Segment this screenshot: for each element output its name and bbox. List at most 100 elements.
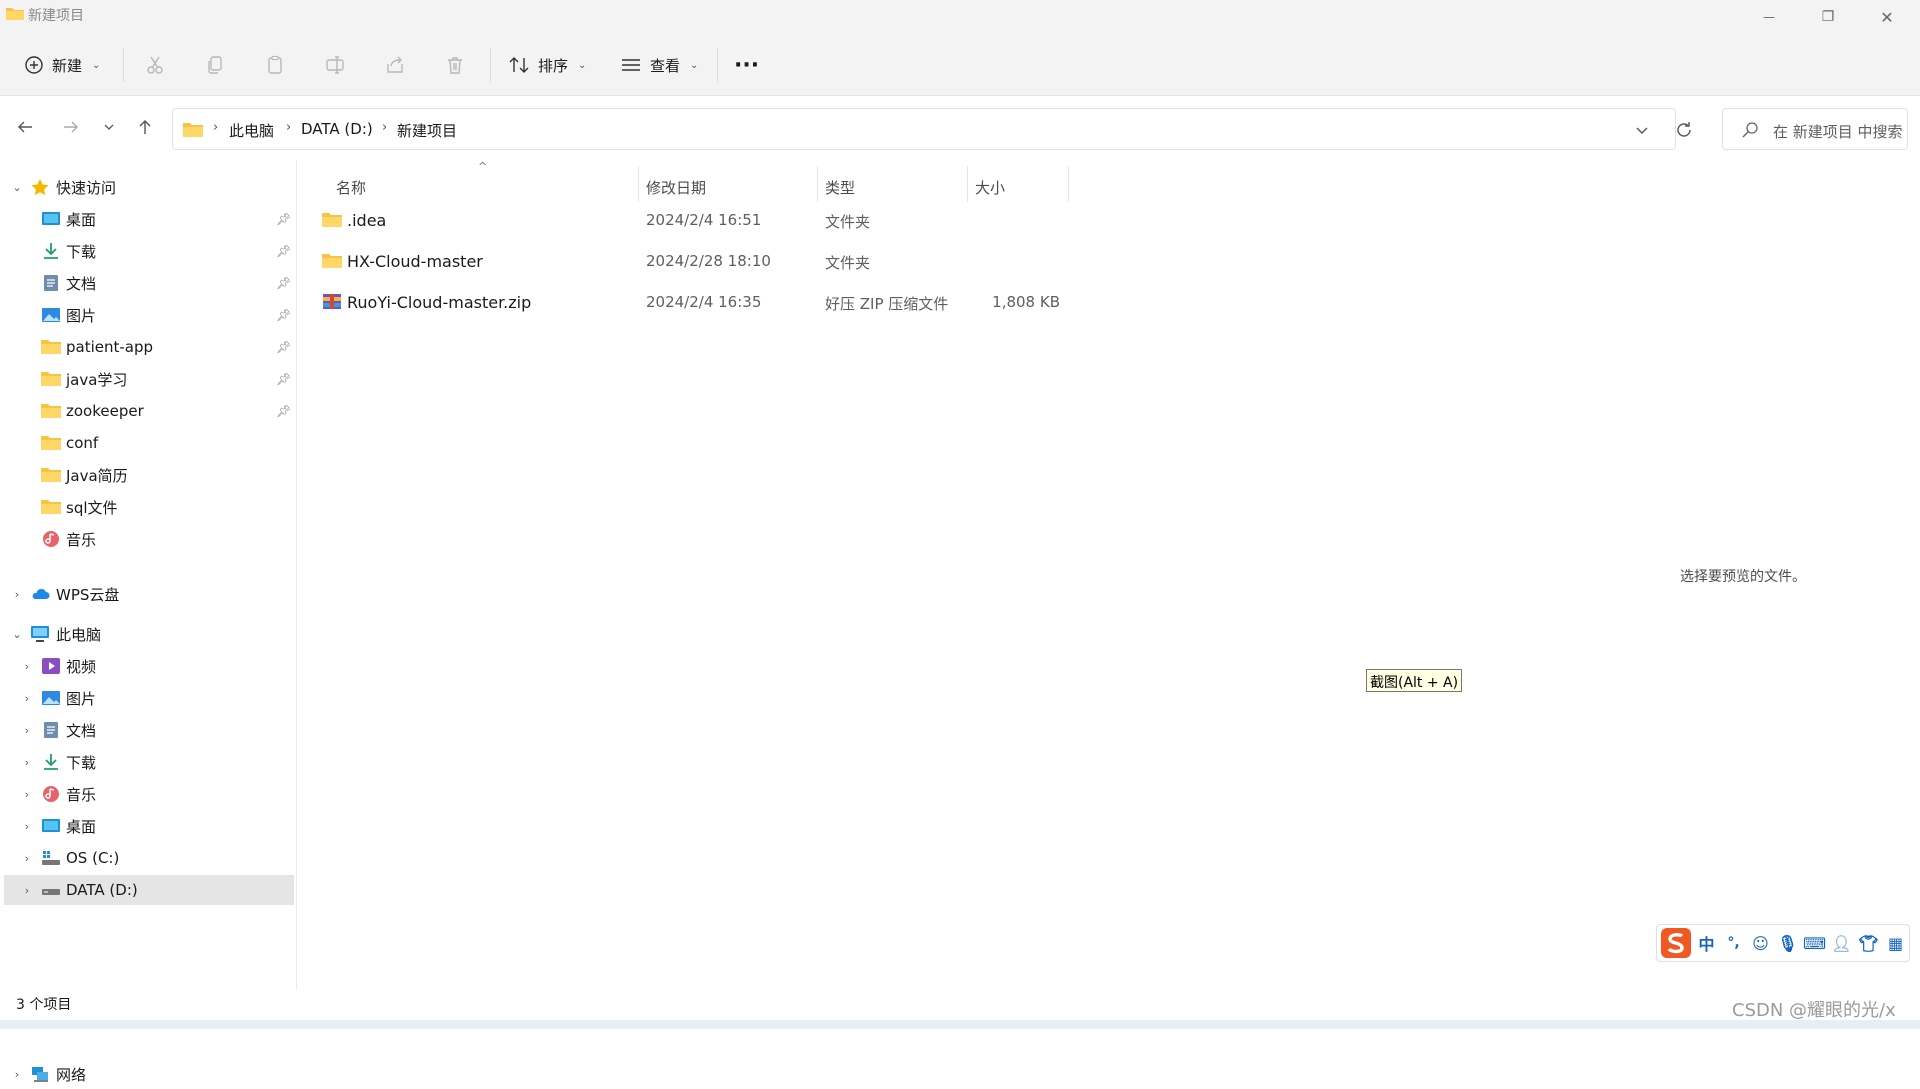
ime-punctuation-toggle[interactable]: °,	[1720, 935, 1747, 951]
minimize-button[interactable]: —	[1740, 0, 1798, 34]
keyboard-icon[interactable]: ⌨	[1801, 934, 1828, 953]
chevron-down-icon[interactable]	[1635, 123, 1649, 137]
column-header-modified[interactable]: 修改日期	[646, 170, 706, 204]
nav-quick-access[interactable]: ⌄ 快速访问	[4, 172, 294, 202]
view-button[interactable]: 查看 ⌄	[620, 46, 698, 84]
nav-this-pc-item[interactable]: › 音乐	[4, 779, 294, 809]
breadcrumb-this-pc[interactable]: 此电脑	[229, 120, 274, 141]
column-divider[interactable]	[638, 166, 639, 202]
nav-quick-access-item[interactable]: patient-app 📌︎	[4, 332, 294, 362]
breadcrumb-current-folder[interactable]: 新建项目	[397, 120, 457, 141]
nav-this-pc-item[interactable]: › 下载	[4, 747, 294, 777]
pane-divider[interactable]	[296, 160, 297, 990]
pin-icon[interactable]: 📌︎	[276, 276, 291, 290]
copy-button[interactable]	[196, 46, 234, 84]
nav-this-pc[interactable]: ⌄ 此电脑	[4, 619, 294, 649]
preview-pane-message: 选择要预览的文件。	[1680, 569, 1806, 585]
nav-quick-access-item[interactable]: 文档 📌︎	[4, 268, 294, 298]
forward-button[interactable]	[54, 110, 88, 144]
nav-quick-access-item[interactable]: sql文件	[4, 492, 294, 522]
pin-icon[interactable]: 📌︎	[276, 340, 291, 354]
expand-chevron-icon[interactable]: ›	[20, 660, 34, 673]
up-button[interactable]	[128, 110, 162, 144]
nav-label: 桌面	[66, 210, 97, 229]
search-input[interactable]: 在 新建项目 中搜索	[1722, 108, 1908, 150]
cut-button[interactable]	[136, 46, 174, 84]
pin-icon[interactable]: 📌︎	[276, 212, 291, 226]
ime-mode-toggle[interactable]: 中	[1693, 931, 1720, 955]
chevron-right-icon: ›	[213, 120, 219, 135]
file-row[interactable]: .idea 2024/2/4 16:51 文件夹	[316, 202, 1356, 238]
nav-quick-access-item[interactable]: 图片 📌︎	[4, 300, 294, 330]
window-bottom-strip	[0, 1020, 1920, 1029]
column-divider[interactable]	[967, 166, 968, 202]
column-header-size[interactable]: 大小	[975, 170, 1005, 204]
expand-chevron-icon[interactable]: ›	[20, 820, 34, 833]
expand-chevron-icon[interactable]: ›	[10, 588, 24, 601]
more-button[interactable]: ···	[734, 46, 759, 84]
sort-button-label: 排序	[538, 56, 569, 75]
nav-network[interactable]: › 网络	[4, 1059, 294, 1089]
close-button[interactable]: ✕	[1858, 0, 1916, 34]
pin-icon[interactable]: 📌︎	[276, 404, 291, 418]
paste-button[interactable]	[256, 46, 294, 84]
document-icon	[44, 275, 58, 291]
expand-chevron-icon[interactable]: ⌄	[10, 628, 24, 641]
rename-button[interactable]	[316, 46, 354, 84]
column-header-type[interactable]: 类型	[825, 170, 855, 204]
nav-quick-access-item[interactable]: Java简历	[4, 460, 294, 490]
nav-quick-access-item[interactable]: 音乐	[4, 524, 294, 554]
skin-icon[interactable]: 👕︎	[1855, 934, 1882, 953]
share-button[interactable]	[376, 46, 414, 84]
expand-chevron-icon[interactable]: ›	[20, 692, 34, 705]
user-icon[interactable]: 👤︎	[1828, 934, 1855, 953]
recent-locations-button[interactable]	[92, 110, 126, 144]
emoji-icon[interactable]: ☺	[1747, 934, 1774, 953]
expand-chevron-icon[interactable]: ›	[20, 884, 34, 897]
back-button[interactable]	[8, 110, 42, 144]
os-drive-icon	[42, 851, 60, 865]
new-button[interactable]: 新建 ⌄	[24, 46, 100, 84]
delete-button[interactable]	[436, 46, 474, 84]
pin-icon[interactable]: 📌︎	[276, 372, 291, 386]
nav-quick-access-item[interactable]: 下载 📌︎	[4, 236, 294, 266]
chevron-down-icon	[104, 124, 114, 130]
column-divider[interactable]	[1068, 166, 1069, 202]
expand-chevron-icon[interactable]: ›	[10, 1068, 24, 1081]
column-divider[interactable]	[817, 166, 818, 202]
nav-quick-access-item[interactable]: 桌面 📌︎	[4, 204, 294, 234]
nav-this-pc-item[interactable]: › OS (C:)	[4, 843, 294, 873]
nav-wps-cloud[interactable]: › WPS云盘	[4, 579, 294, 609]
nav-quick-access-item[interactable]: zookeeper 📌︎	[4, 396, 294, 426]
nav-this-pc-item[interactable]: › 文档	[4, 715, 294, 745]
breadcrumb-data-drive[interactable]: DATA (D:)	[301, 120, 373, 138]
nav-this-pc-item[interactable]: › 桌面	[4, 811, 294, 841]
grid-menu-icon[interactable]: ▦	[1882, 934, 1909, 953]
file-modified: 2024/2/4 16:51	[646, 211, 762, 229]
nav-this-pc-item[interactable]: › DATA (D:)	[4, 875, 294, 905]
refresh-icon[interactable]	[1675, 121, 1693, 139]
nav-this-pc-item[interactable]: › 图片	[4, 683, 294, 713]
file-row[interactable]: HX-Cloud-master 2024/2/28 18:10 文件夹	[316, 243, 1356, 279]
nav-quick-access-item[interactable]: conf	[4, 428, 294, 458]
file-row[interactable]: RuoYi-Cloud-master.zip 2024/2/4 16:35 好压 Z…	[316, 284, 1356, 320]
ime-toolbar: 中 °, ☺ 🎙︎ ⌨ 👤︎ 👕︎ ▦	[1656, 924, 1910, 962]
restore-button[interactable]: ❐	[1799, 0, 1857, 34]
expand-chevron-icon[interactable]: ⌄	[10, 181, 24, 194]
microphone-icon[interactable]: 🎙︎	[1774, 934, 1801, 953]
pin-icon[interactable]: 📌︎	[276, 308, 291, 322]
folder-icon	[322, 254, 342, 268]
sort-button[interactable]: 排序 ⌄	[508, 46, 586, 84]
address-bar[interactable]: › 此电脑 › DATA (D:) › 新建项目	[172, 108, 1691, 150]
file-type: 好压 ZIP 压缩文件	[825, 295, 949, 313]
nav-this-pc-item[interactable]: › 视频	[4, 651, 294, 681]
file-name: .idea	[347, 211, 387, 230]
column-header-name[interactable]: 名称	[336, 170, 366, 204]
sogou-logo-icon[interactable]	[1659, 926, 1693, 960]
expand-chevron-icon[interactable]: ›	[20, 852, 34, 865]
expand-chevron-icon[interactable]: ›	[20, 756, 34, 769]
expand-chevron-icon[interactable]: ›	[20, 724, 34, 737]
nav-quick-access-item[interactable]: java学习 📌︎	[4, 364, 294, 394]
expand-chevron-icon[interactable]: ›	[20, 788, 34, 801]
pin-icon[interactable]: 📌︎	[276, 244, 291, 258]
